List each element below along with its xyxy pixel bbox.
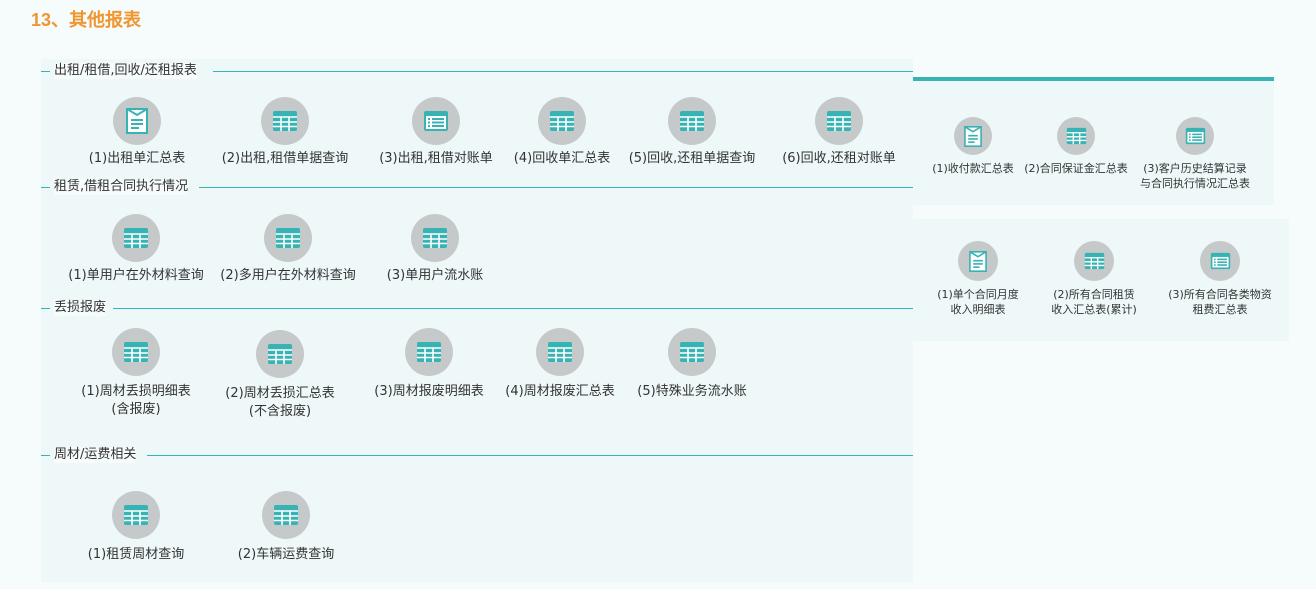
report-label: (3)单用户流水账: [386, 268, 484, 283]
table-icon: [112, 491, 160, 539]
report-label: (4)回收单汇总表: [513, 151, 611, 166]
section-loss-header: 丢损报废: [41, 300, 913, 316]
table-icon: [411, 214, 459, 262]
report-label: (3)所有合同各类物资: [1168, 288, 1272, 301]
table-icon: [262, 491, 310, 539]
table-icon: [668, 328, 716, 376]
report-label: (1)单用户在外材料查询: [68, 268, 204, 283]
report-icon: [113, 97, 161, 145]
report-item-single-user-ledger[interactable]: (3)单用户流水账: [360, 214, 510, 285]
panel-accent-bar: [913, 77, 1274, 81]
report-item-material-fee-summary[interactable]: (3)所有合同各类物资 租费汇总表: [1145, 241, 1295, 317]
report-item-return-docs[interactable]: (5)回收,还租单据查询: [617, 97, 767, 168]
report-item-scrap-detail[interactable]: (3)周材报废明细表: [354, 328, 504, 401]
report-icon: [958, 241, 998, 281]
table-icon: [1074, 241, 1114, 281]
table-icon: [536, 328, 584, 376]
table-icon: [815, 97, 863, 145]
report-item-return-statement[interactable]: (6)回收,还租对账单: [764, 97, 914, 168]
report-label: (3)周材报废明细表: [374, 384, 484, 399]
report-item-vehicle-freight[interactable]: (2)车辆运费查询: [211, 491, 361, 564]
report-item-multi-user-materials[interactable]: (2)多用户在外材料查询: [213, 214, 363, 285]
report-label: (2)周材丢损汇总表: [225, 386, 335, 401]
report-label: (2)车辆运费查询: [237, 547, 335, 562]
page-title: 13、其他报表: [31, 10, 142, 30]
report-item-scrap-summary[interactable]: (4)周材报废汇总表: [485, 328, 635, 401]
report-item-loss-detail[interactable]: (1)周材丢损明细表 (含报废): [61, 328, 211, 419]
report-item-special-ledger[interactable]: (5)特殊业务流水账: [617, 328, 767, 401]
section-freight-header: 周材/运费相关: [41, 447, 913, 463]
table-icon: [261, 97, 309, 145]
report-item-customer-settlement[interactable]: (3)客户历史结算记录 与合同执行情况汇总表: [1120, 117, 1270, 191]
report-item-lease-materials[interactable]: (1)租赁周材查询: [61, 491, 211, 564]
table-icon: [112, 328, 160, 376]
report-label: (5)特殊业务流水账: [637, 384, 747, 399]
section-label: 租赁,借租合同执行情况: [54, 179, 189, 195]
report-item-return-summary[interactable]: (4)回收单汇总表: [487, 97, 637, 168]
report-label: (1)周材丢损明细表: [81, 384, 191, 399]
section-contract-header: 租赁,借租合同执行情况: [41, 179, 913, 195]
report-icon: [954, 117, 992, 155]
report-label: (1)出租单汇总表: [88, 151, 186, 166]
table-icon: [405, 328, 453, 376]
section-label: 周材/运费相关: [54, 447, 137, 463]
list-icon: [412, 97, 460, 145]
section-label: 丢损报废: [54, 300, 107, 316]
report-item-rental-summary[interactable]: (1)出租单汇总表: [62, 97, 212, 168]
table-icon: [112, 214, 160, 262]
table-icon: [256, 330, 304, 378]
section-rental-header: 出租/租借,回收/还租报表: [41, 63, 913, 79]
report-label-line2: 与合同执行情况汇总表: [1140, 177, 1250, 190]
report-item-rental-docs[interactable]: (2)出租,租借单据查询: [210, 97, 360, 168]
report-label: (1)租赁周材查询: [87, 547, 185, 562]
table-icon: [668, 97, 716, 145]
table-icon: [538, 97, 586, 145]
table-icon: [264, 214, 312, 262]
report-label: (4)周材报废汇总表: [505, 384, 615, 399]
list-icon: [1176, 117, 1214, 155]
list-icon: [1200, 241, 1240, 281]
report-item-loss-summary[interactable]: (2)周材丢损汇总表 (不含报废): [205, 330, 355, 421]
report-label: (5)回收,还租单据查询: [628, 151, 756, 166]
report-label: (3)客户历史结算记录: [1143, 162, 1247, 175]
report-label-line2: 租费汇总表: [1192, 303, 1248, 316]
report-label: (6)回收,还租对账单: [782, 151, 896, 166]
section-label: 出租/租借,回收/还租报表: [54, 63, 197, 79]
report-label-line2: (不含报废): [248, 404, 312, 419]
report-label: (2)出租,租借单据查询: [221, 151, 349, 166]
report-label: (2)多用户在外材料查询: [220, 268, 356, 283]
table-icon: [1057, 117, 1095, 155]
report-item-single-user-materials[interactable]: (1)单用户在外材料查询: [61, 214, 211, 285]
report-label-line2: (含报废): [111, 402, 161, 417]
